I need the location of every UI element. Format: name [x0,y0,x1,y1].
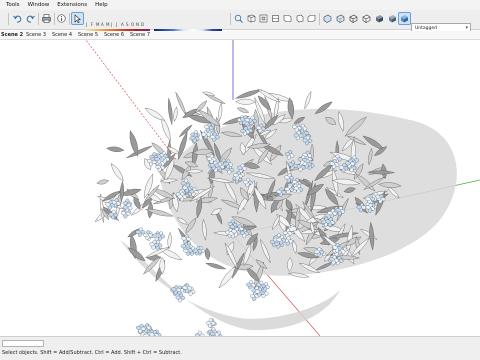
flower-petal [338,165,344,170]
shaded-textures-icon[interactable] [387,13,398,24]
front-view-icon[interactable] [270,13,281,24]
flower-petal [209,163,215,168]
tab-scene-5[interactable]: Scene 5 [78,32,98,38]
flower-petal [180,181,186,186]
month-label[interactable]: M [106,22,109,27]
flower-petal [190,135,196,140]
menu-window[interactable]: Window [24,0,54,10]
flower-petal [177,194,183,199]
flower-petal [246,282,252,287]
redo-icon[interactable] [25,13,36,24]
leaf [96,179,110,185]
flower-petal [135,230,141,234]
menu-bar: Tools Window Extensions Help [0,0,480,10]
month-label[interactable]: J [116,22,117,27]
tab-scene-4[interactable]: Scene 4 [52,32,72,38]
toolbar-separator [38,13,39,25]
leaf [218,102,223,122]
flower-petal [223,162,229,166]
leaf [173,106,178,122]
zoom-extents-icon[interactable] [233,13,244,24]
month-label[interactable]: J [86,22,87,27]
select-tool-icon[interactable] [71,12,84,25]
leaf [236,107,250,113]
shaded-icon[interactable] [374,13,385,24]
leaf [106,146,125,152]
menu-tools[interactable]: Tools [2,0,24,10]
toolbar-separator [69,13,70,25]
toolbar-separator [8,13,9,25]
month-label[interactable]: O [131,22,134,27]
leaf [167,231,172,250]
flower-petal [205,321,212,325]
leaf [126,145,153,159]
leaf [110,163,124,182]
month-label[interactable]: J [111,22,112,27]
month-label[interactable]: S [126,22,129,27]
flower-petal [143,233,149,237]
model-info-icon[interactable] [56,13,67,24]
tab-scene-2[interactable]: Scene 2 [1,32,23,38]
flower-petal [201,132,207,137]
flower-petal [180,244,186,249]
undo-icon[interactable] [12,13,23,24]
tab-scene-7[interactable]: Scene 7 [130,32,150,38]
wireframe-icon[interactable] [348,13,359,24]
month-label[interactable]: A [121,22,124,27]
xray-icon[interactable] [322,13,333,24]
flower-petal [293,133,299,138]
leaf [235,98,256,105]
flower-petal [108,212,114,217]
back-edges-icon[interactable] [335,13,346,24]
right-view-icon[interactable] [282,13,293,24]
toolbar-separator [54,13,55,25]
tab-scene-6[interactable]: Scene 6 [104,32,124,38]
model-canvas[interactable] [0,40,480,336]
menu-extensions[interactable]: Extensions [53,0,91,10]
flower-petal [302,138,308,143]
status-bar: Select objects. Shift = Add/Subtract. Ct… [0,336,480,360]
leaf [204,93,226,105]
month-label[interactable]: F [91,22,93,27]
status-hint: Select objects. Shift = Add/Subtract. Ct… [2,350,182,356]
month-label[interactable]: A [101,22,104,27]
hidden-line-icon[interactable] [361,13,372,24]
scene-tabs: Scene 2 Scene 3 Scene 4 Scene 5 Scene 6 … [0,31,480,40]
top-view-icon[interactable] [258,13,269,24]
leaf [167,97,173,126]
leaf [144,107,166,121]
flower-petal [240,129,246,133]
menu-help[interactable]: Help [91,0,112,10]
tab-scene-3[interactable]: Scene 3 [26,32,46,38]
left-view-icon[interactable] [306,13,317,24]
flower-petal [192,248,198,253]
measurements-box[interactable] [2,340,44,347]
toolbar-separator [230,13,231,25]
flower-petal [276,237,282,242]
flower-petal [327,211,333,216]
print-icon[interactable] [41,13,52,24]
main-toolbar: J F M A M J J A S O N D 07:55 AM Noon 04… [0,10,480,38]
month-label[interactable]: D [141,22,144,27]
model-viewport[interactable] [0,40,480,336]
flower-petal [365,196,371,201]
toolbar-separator [319,13,320,25]
leaf [304,91,312,110]
month-label[interactable]: M [96,22,99,27]
month-label[interactable]: N [136,22,139,27]
flower-petal [154,157,160,162]
monochrome-icon[interactable] [398,12,411,25]
flower-petal [274,241,280,246]
leaf [127,247,146,262]
iso-view-icon[interactable] [246,13,257,24]
back-view-icon[interactable] [294,13,305,24]
